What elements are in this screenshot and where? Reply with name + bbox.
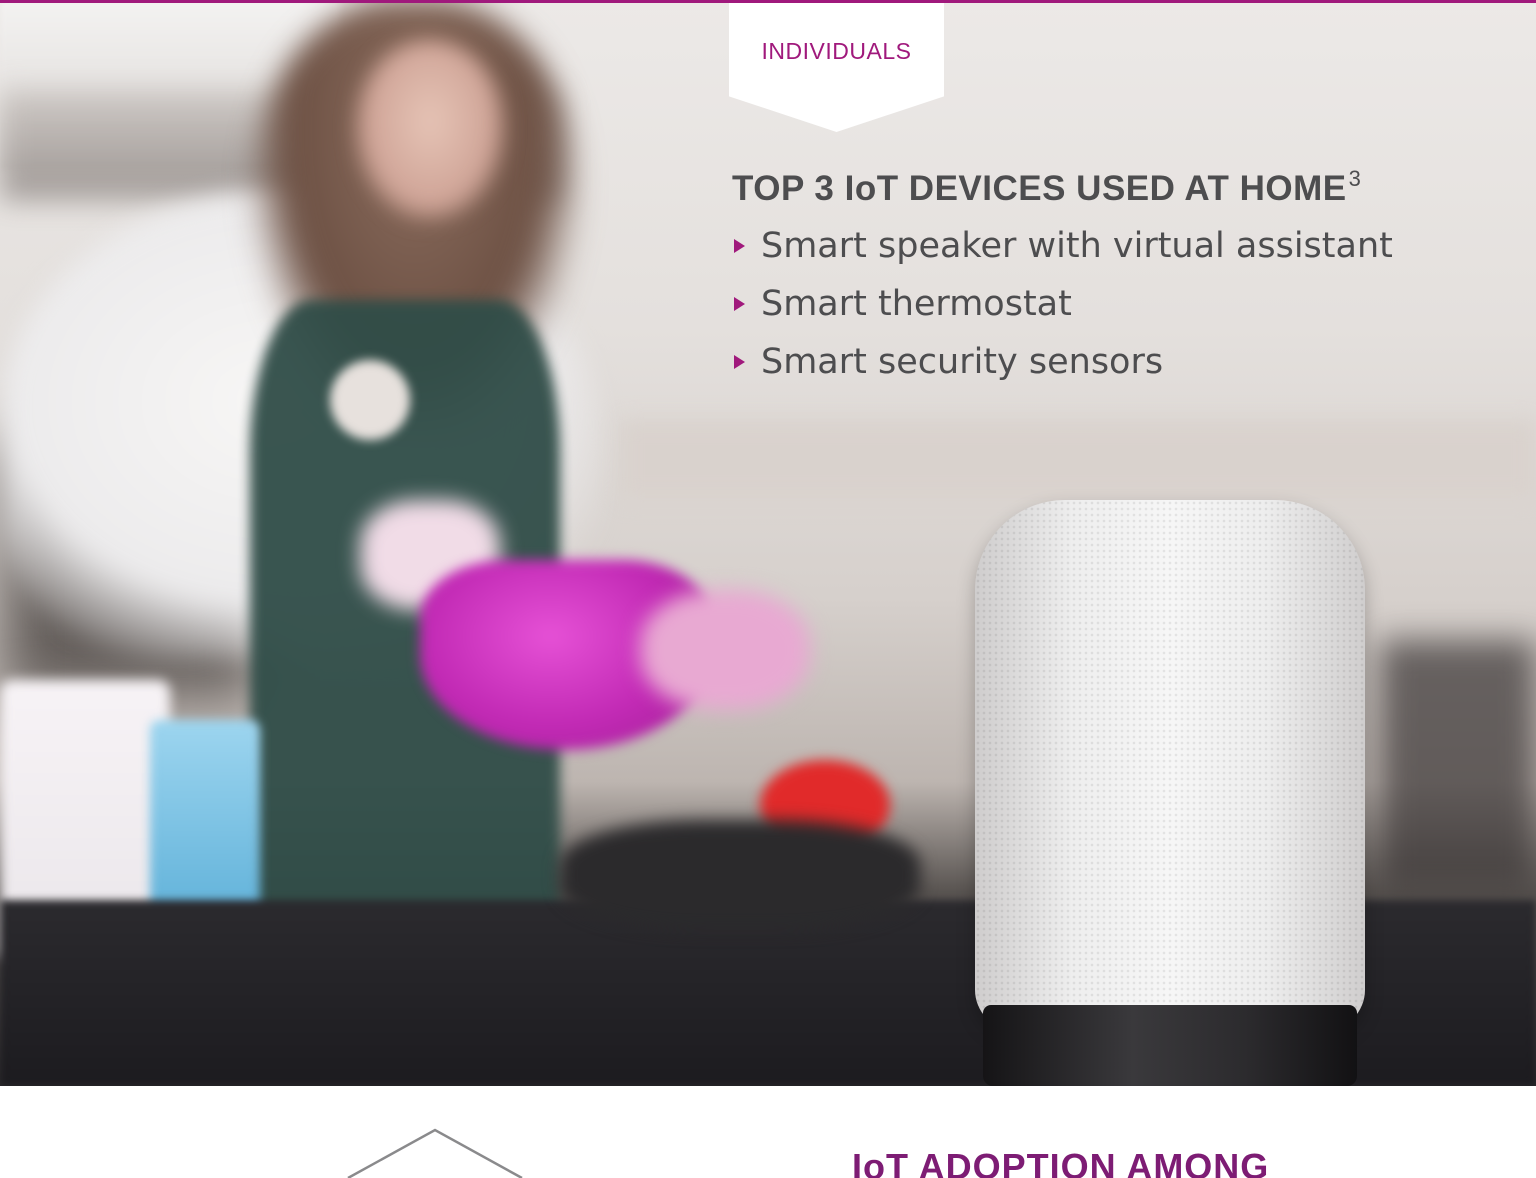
triangle-bullet-icon [734, 297, 745, 311]
device-list: Smart speaker with virtual assistant Sma… [732, 217, 1522, 391]
speaker-body [975, 500, 1365, 1030]
device-label: Smart thermostat [761, 284, 1072, 324]
photo-shelf [1380, 640, 1536, 890]
footnote-marker: 3 [1348, 166, 1362, 191]
top-devices-panel: TOP 3 IoT DEVICES USED AT HOME3 Smart sp… [732, 166, 1522, 391]
top-devices-title-text: TOP 3 IoT DEVICES USED AT HOME [732, 169, 1347, 208]
photo-woman-face [355, 40, 505, 220]
house-roof-icon [347, 1128, 523, 1178]
device-label: Smart security sensors [761, 342, 1164, 382]
section-tag-label: INDIVIDUALS [761, 38, 912, 64]
photo-right-glove [640, 590, 810, 710]
list-item: Smart speaker with virtual assistant [732, 217, 1522, 275]
adoption-title: IoT ADOPTION AMONG [852, 1146, 1270, 1178]
lower-section: IoT ADOPTION AMONG [0, 1086, 1536, 1178]
top-devices-title: TOP 3 IoT DEVICES USED AT HOME3 [732, 166, 1522, 209]
photo-apron-logo [330, 360, 410, 440]
list-item: Smart security sensors [732, 333, 1522, 391]
triangle-bullet-icon [734, 239, 745, 253]
list-item: Smart thermostat [732, 275, 1522, 333]
triangle-bullet-icon [734, 355, 745, 369]
hero-photo [0, 0, 1536, 1086]
photo-pan [560, 820, 920, 930]
smart-speaker-image [975, 500, 1365, 1086]
device-label: Smart speaker with virtual assistant [761, 226, 1393, 266]
speaker-base [983, 1005, 1357, 1086]
photo-backsplash [620, 420, 1536, 500]
top-accent-stripe [0, 0, 1536, 3]
